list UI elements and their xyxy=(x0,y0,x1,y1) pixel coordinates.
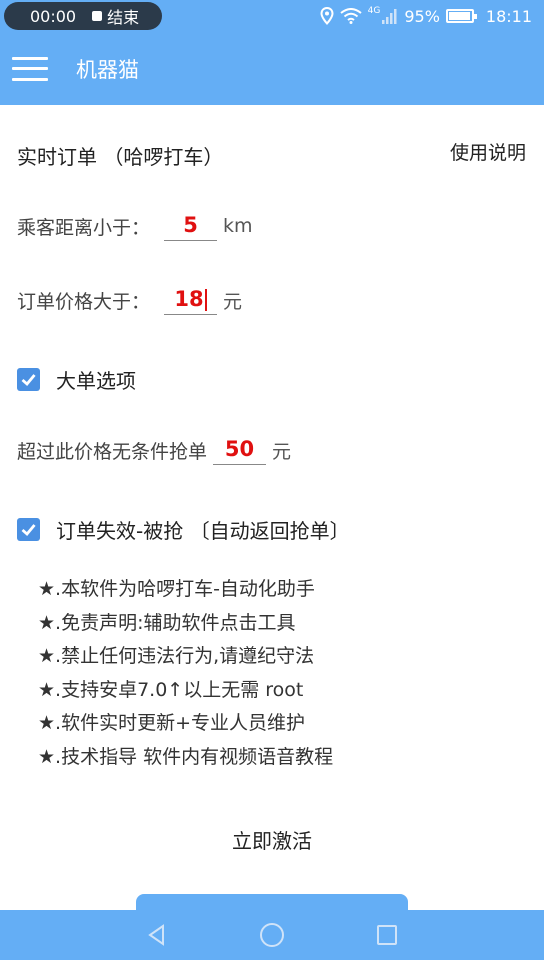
price-row: 订单价格大于： 18 元 xyxy=(17,285,242,315)
auto-return-option[interactable]: 订单失效-被抢 〔自动返回抢单〕 xyxy=(17,515,350,544)
battery-icon xyxy=(445,9,477,23)
note-item: ★.免责声明:辅助软件点击工具 xyxy=(38,611,296,634)
page-title: 实时订单 （哈啰打车） xyxy=(17,145,224,169)
checkmark-icon xyxy=(21,374,36,387)
record-time: 00:00 xyxy=(30,6,77,26)
network-label: 4G xyxy=(367,6,381,16)
threshold-input[interactable]: 50 xyxy=(213,435,267,465)
home-icon[interactable] xyxy=(252,915,292,955)
note-item: ★.技术指导 软件内有视频语音教程 xyxy=(38,745,334,768)
screen-record-pill[interactable]: 00:00 结束 xyxy=(4,2,162,30)
clock: 18:11 xyxy=(485,6,532,26)
threshold-label: 超过此价格无条件抢单 xyxy=(17,440,208,463)
price-input[interactable]: 18 xyxy=(164,285,218,315)
big-order-checkbox[interactable] xyxy=(17,368,40,391)
battery-level xyxy=(448,12,470,20)
distance-unit: km xyxy=(223,215,253,237)
app-title: 机器猫 xyxy=(76,57,139,82)
status-icons: 4G 95% 18:11 xyxy=(320,0,532,32)
battery-percent: 95% xyxy=(404,6,440,26)
auto-return-checkbox[interactable] xyxy=(17,518,40,541)
distance-input[interactable]: 5 xyxy=(164,211,218,241)
stop-icon xyxy=(92,11,103,21)
status-bar: 00:00 结束 4G 95% 18:11 xyxy=(0,0,544,32)
text-cursor xyxy=(204,289,207,311)
recents-icon[interactable] xyxy=(367,915,407,955)
distance-row: 乘客距离小于： 5 km xyxy=(17,211,253,241)
location-icon xyxy=(320,7,334,25)
price-label: 订单价格大于： xyxy=(17,290,151,313)
back-icon[interactable] xyxy=(137,915,177,955)
note-item: ★.禁止任何违法行为,请遵纪守法 xyxy=(38,645,315,667)
record-stop-label: 结束 xyxy=(107,8,140,27)
notes-list: ★.本软件为哈啰打车-自动化助手 ★.免责声明:辅助软件点击工具 ★.禁止任何违… xyxy=(38,573,333,774)
signal-icon xyxy=(382,9,397,24)
distance-label: 乘客距离小于： xyxy=(17,216,151,239)
main-content: 实时订单 （哈啰打车） 使用说明 乘客距离小于： 5 km 订单价格大于： 18… xyxy=(0,105,544,910)
threshold-unit: 元 xyxy=(272,440,292,463)
threshold-row: 超过此价格无条件抢单 50 元 xyxy=(17,435,291,465)
help-link[interactable]: 使用说明 xyxy=(450,138,526,165)
price-value: 18 xyxy=(174,287,204,311)
price-unit: 元 xyxy=(223,290,243,313)
big-order-option[interactable]: 大单选项 xyxy=(17,365,136,394)
big-order-label: 大单选项 xyxy=(56,369,136,393)
app-bar: 机器猫 xyxy=(0,32,544,105)
checkmark-icon xyxy=(21,524,36,537)
navigation-bar xyxy=(0,910,544,960)
note-item: ★.支持安卓7.0↑以上无需 root xyxy=(38,678,304,701)
activate-button[interactable]: 立即激活 xyxy=(0,825,544,854)
auto-return-label: 订单失效-被抢 〔自动返回抢单〕 xyxy=(56,519,350,543)
wifi-icon xyxy=(340,8,362,24)
note-item: ★.软件实时更新+专业人员维护 xyxy=(38,712,305,734)
note-item: ★.本软件为哈啰打车-自动化助手 xyxy=(38,578,315,600)
hamburger-menu-icon[interactable] xyxy=(12,54,48,84)
